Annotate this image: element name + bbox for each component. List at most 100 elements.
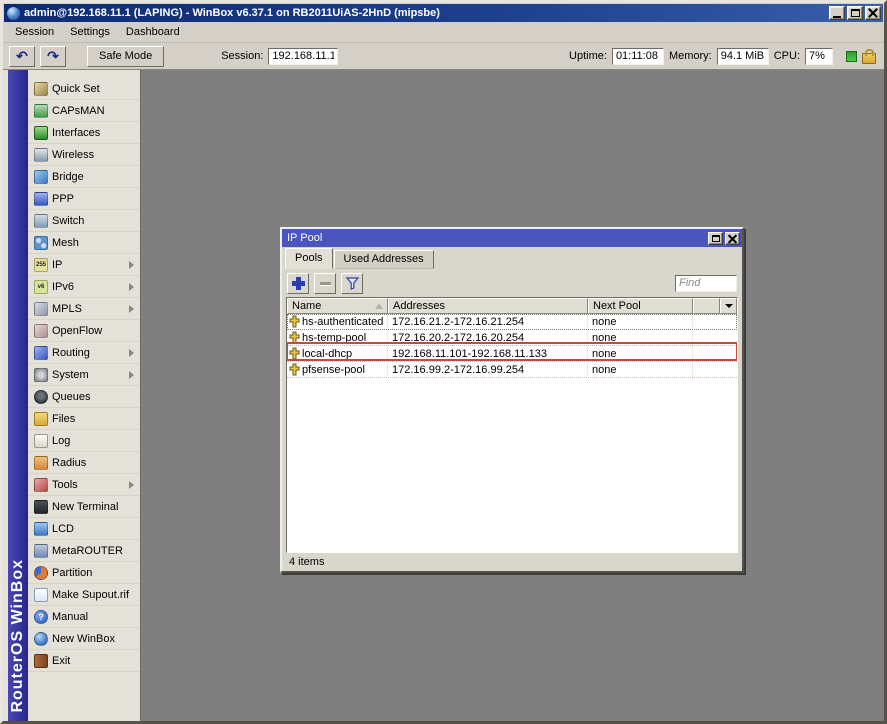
ip-pool-toolbar xyxy=(282,269,742,297)
column-label: Name xyxy=(292,300,321,312)
make-supout-doc-icon xyxy=(34,588,48,602)
sidebar-item-files[interactable]: Files xyxy=(28,408,140,430)
toolbar: ↶ ↷ Safe Mode Session: Uptime: 01:11:08 … xyxy=(3,43,884,70)
column-header-addresses[interactable]: Addresses xyxy=(388,298,588,314)
sidebar-item-system[interactable]: System xyxy=(28,364,140,386)
table-header: Name Addresses Next Pool xyxy=(287,298,737,314)
menu-dashboard[interactable]: Dashboard xyxy=(118,24,188,40)
sidebar-item-log[interactable]: Log xyxy=(28,430,140,452)
table-row[interactable]: pfsense-pool 172.16.99.2-172.16.99.254 n… xyxy=(287,362,737,378)
window-title: admin@192.168.11.1 (LAPING) - WinBox v6.… xyxy=(24,7,825,19)
menu-session[interactable]: Session xyxy=(7,24,62,40)
memory-value: 94.1 MiB xyxy=(717,48,769,65)
sidebar-item-label: Radius xyxy=(52,457,136,469)
table-row[interactable]: hs-authenticated 172.16.21.2-172.16.21.2… xyxy=(287,314,737,330)
sidebar-item-label: Bridge xyxy=(52,171,136,183)
pool-list-panel: Name Addresses Next Pool hs-authenticate… xyxy=(286,297,738,553)
sidebar-item-label: Exit xyxy=(52,655,136,667)
sort-ascending-icon xyxy=(375,303,383,309)
maximize-icon xyxy=(712,235,720,242)
close-icon xyxy=(868,8,878,18)
table-row-highlighted[interactable]: local-dhcp 192.168.11.101-192.168.11.133… xyxy=(287,346,737,362)
add-pool-button[interactable] xyxy=(287,273,309,294)
sidebar-item-exit[interactable]: Exit xyxy=(28,650,140,672)
pool-name: pfsense-pool xyxy=(302,364,365,376)
pool-next-pool: none xyxy=(588,330,693,345)
minimize-button[interactable] xyxy=(829,6,845,20)
redo-button[interactable]: ↷ xyxy=(40,46,66,67)
ip-pool-icon xyxy=(289,347,300,360)
window-controls xyxy=(829,6,881,20)
filter-button[interactable] xyxy=(341,273,363,294)
filler-cell xyxy=(693,362,737,377)
column-select-button[interactable] xyxy=(720,298,737,314)
chevron-down-icon xyxy=(725,304,733,308)
ip-icon: 255 xyxy=(34,258,48,272)
maximize-button[interactable] xyxy=(847,6,863,20)
item-count-status: 4 items xyxy=(282,553,742,571)
pool-name: hs-authenticated xyxy=(302,316,383,328)
sidebar-item-interfaces[interactable]: Interfaces xyxy=(28,122,140,144)
ip-pool-title: IP Pool xyxy=(287,232,706,244)
sidebar-item-new-winbox[interactable]: New WinBox xyxy=(28,628,140,650)
sidebar-item-radius[interactable]: Radius xyxy=(28,452,140,474)
chevron-right-icon xyxy=(129,481,134,489)
find-input[interactable] xyxy=(675,275,737,292)
sidebar-item-lcd[interactable]: LCD xyxy=(28,518,140,540)
sidebar-item-queues[interactable]: Queues xyxy=(28,386,140,408)
sidebar-item-mesh[interactable]: Mesh xyxy=(28,232,140,254)
tab-pools[interactable]: Pools xyxy=(285,248,333,269)
sidebar-item-label: System xyxy=(52,369,125,381)
ppp-icon xyxy=(34,192,48,206)
sidebar-item-wireless[interactable]: Wireless xyxy=(28,144,140,166)
pool-addresses: 192.168.11.101-192.168.11.133 xyxy=(388,346,588,361)
name-cell: local-dhcp xyxy=(287,346,388,361)
new-winbox-globe-icon xyxy=(34,632,48,646)
cpu-value: 7% xyxy=(805,48,833,65)
undo-button[interactable]: ↶ xyxy=(9,46,35,67)
switch-icon xyxy=(34,214,48,228)
safe-mode-button[interactable]: Safe Mode xyxy=(87,46,164,67)
session-label: Session: xyxy=(221,50,263,62)
sidebar-item-manual[interactable]: ?Manual xyxy=(28,606,140,628)
sidebar-item-label: PPP xyxy=(52,193,136,205)
sidebar-item-tools[interactable]: Tools xyxy=(28,474,140,496)
sidebar-item-bridge[interactable]: Bridge xyxy=(28,166,140,188)
ip-pool-maximize-button[interactable] xyxy=(708,232,723,245)
sidebar-item-make-supout[interactable]: Make Supout.rif xyxy=(28,584,140,606)
filler-cell xyxy=(693,314,737,329)
column-header-name[interactable]: Name xyxy=(287,298,388,314)
close-button[interactable] xyxy=(865,6,881,20)
minimize-icon xyxy=(833,16,841,18)
sidebar-item-ip[interactable]: 255IP xyxy=(28,254,140,276)
ip-pool-icon xyxy=(289,315,300,328)
tab-used-addresses[interactable]: Used Addresses xyxy=(334,250,434,269)
sidebar-item-quick-set[interactable]: Quick Set xyxy=(28,78,140,100)
sidebar-item-label: New WinBox xyxy=(52,633,136,645)
ip-pool-titlebar[interactable]: IP Pool xyxy=(282,229,742,247)
openflow-icon xyxy=(34,324,48,338)
sidebar-item-new-terminal[interactable]: New Terminal xyxy=(28,496,140,518)
sidebar-item-label: Interfaces xyxy=(52,127,136,139)
sidebar-item-partition[interactable]: Partition xyxy=(28,562,140,584)
brand-text: RouterOS WinBox xyxy=(9,559,27,713)
sidebar-item-label: MPLS xyxy=(52,303,125,315)
mesh-icon xyxy=(34,236,48,250)
interfaces-icon xyxy=(34,126,48,140)
sidebar-item-metarouter[interactable]: MetaROUTER xyxy=(28,540,140,562)
sidebar-item-ipv6[interactable]: v6IPv6 xyxy=(28,276,140,298)
sidebar-item-switch[interactable]: Switch xyxy=(28,210,140,232)
table-row[interactable]: hs-temp-pool 172.16.20.2-172.16.20.254 n… xyxy=(287,330,737,346)
filler-cell xyxy=(693,330,737,345)
ip-pool-close-button[interactable] xyxy=(725,232,740,245)
pool-next-pool: none xyxy=(588,362,693,377)
sidebar-item-capsman[interactable]: CAPsMAN xyxy=(28,100,140,122)
sidebar-item-ppp[interactable]: PPP xyxy=(28,188,140,210)
sidebar-item-openflow[interactable]: OpenFlow xyxy=(28,320,140,342)
sidebar-item-routing[interactable]: Routing xyxy=(28,342,140,364)
remove-pool-button[interactable] xyxy=(314,273,336,294)
menu-settings[interactable]: Settings xyxy=(62,24,118,40)
sidebar-item-mpls[interactable]: MPLS xyxy=(28,298,140,320)
column-header-next-pool[interactable]: Next Pool xyxy=(588,298,693,314)
session-input[interactable] xyxy=(268,48,338,65)
